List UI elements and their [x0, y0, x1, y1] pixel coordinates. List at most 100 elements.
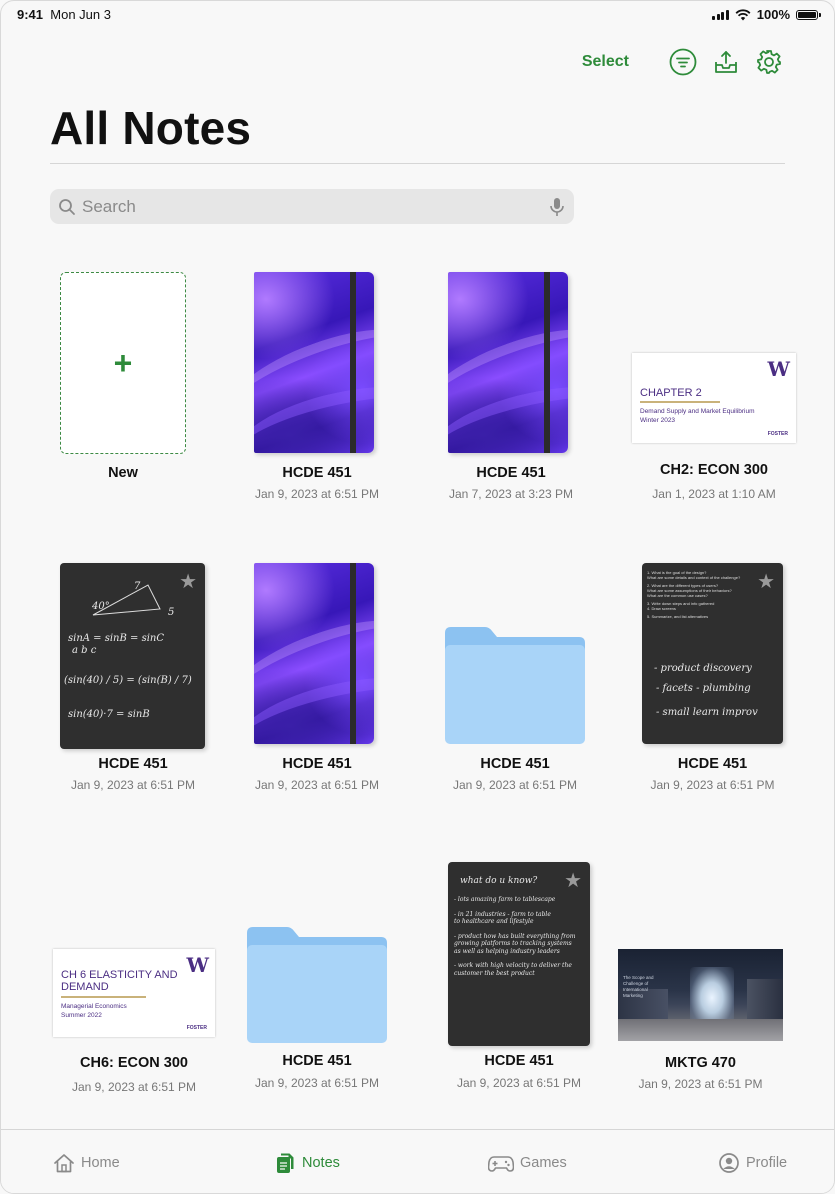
- note-title: HCDE 451: [282, 756, 352, 772]
- folder-item[interactable]: HCDE 451 Jan 9, 2023 at 6:51 PM: [247, 927, 387, 1093]
- question-line: What are some details and context of the…: [647, 575, 741, 580]
- note-date: Jan 9, 2023 at 6:51 PM: [254, 487, 380, 501]
- folder-item[interactable]: HCDE 451 Jan 9, 2023 at 6:51 PM: [445, 627, 585, 793]
- notebook-cover: [254, 272, 374, 453]
- tab-games[interactable]: Games: [488, 1152, 567, 1174]
- caption-line: The Scope and: [623, 975, 654, 980]
- new-note-item[interactable]: + New: [60, 272, 186, 487]
- question-line: 5. Summarize, and list alternatives: [647, 614, 709, 619]
- note-title: HCDE 451: [677, 756, 748, 772]
- battery-icon: [796, 9, 821, 20]
- select-button[interactable]: Select: [582, 53, 629, 71]
- slide-subtitle: Demand Supply and Market Equilibrium: [640, 408, 755, 415]
- notes-icon: [277, 1153, 294, 1173]
- photo-glow: [690, 967, 734, 1023]
- gear-icon[interactable]: [754, 47, 784, 77]
- handwriting-line: to healthcare and lifestyle: [454, 918, 534, 925]
- tab-label: Notes: [302, 1155, 340, 1171]
- handwriting-line: 7: [134, 581, 141, 592]
- folder-date: Jan 9, 2023 at 6:51 PM: [452, 778, 578, 792]
- handwriting-line: - facets - plumbing: [656, 683, 751, 694]
- handwriting-line: a b c: [72, 645, 97, 656]
- search-bar[interactable]: [50, 189, 574, 224]
- slide-photo-thumbnail: The Scope and Challenge of International…: [618, 949, 783, 1041]
- title-divider: [50, 163, 785, 164]
- signal-icon: [712, 9, 729, 20]
- handwriting-line: - product how has built everything from: [454, 932, 576, 940]
- slide-subtitle: Summer 2022: [61, 1012, 102, 1019]
- top-toolbar: Select: [582, 47, 784, 77]
- gamepad-icon: [488, 1156, 514, 1172]
- folder-title: HCDE 451: [480, 756, 550, 772]
- status-right: 100%: [712, 7, 821, 22]
- folder-date: Jan 9, 2023 at 6:51 PM: [254, 1076, 380, 1090]
- note-item[interactable]: W CH 6 ELASTICITY AND DEMAND Managerial …: [53, 949, 215, 1097]
- tab-home[interactable]: Home: [53, 1152, 120, 1174]
- handwriting-line: 5: [168, 607, 175, 618]
- note-date: Jan 9, 2023 at 6:51 PM: [638, 1077, 763, 1091]
- share-icon[interactable]: [711, 47, 741, 77]
- slide-thumbnail: W CH 6 ELASTICITY AND DEMAND Managerial …: [53, 949, 215, 1037]
- note-item[interactable]: ★ 1. What is the goal of the design? Wha…: [642, 563, 783, 793]
- tab-label: Profile: [746, 1155, 788, 1171]
- notebook-cover: [448, 272, 568, 453]
- handwriting-line: customer the best product: [454, 969, 535, 977]
- handwriting-line: - in 21 industries - farm to table: [454, 910, 551, 918]
- slide-title: CHAPTER 2: [640, 387, 702, 399]
- tab-notes[interactable]: Notes: [274, 1152, 340, 1174]
- battery-percent: 100%: [756, 7, 790, 22]
- microphone-icon[interactable]: [548, 197, 566, 217]
- star-icon[interactable]: ★: [564, 868, 582, 893]
- folder-icon: [445, 627, 585, 744]
- handwriting-line: - work with high velocity to deliver the: [454, 962, 572, 969]
- note-item[interactable]: W CHAPTER 2 Demand Supply and Market Equ…: [632, 353, 796, 503]
- handwriting-line: as well as helping industry leaders: [454, 947, 560, 955]
- note-item[interactable]: ★ what do u know? - lots amazing farm to…: [448, 862, 590, 1092]
- tab-label: Home: [81, 1155, 120, 1171]
- page-title: All Notes: [50, 102, 252, 154]
- caption-line: Marketing: [623, 992, 643, 998]
- note-item[interactable]: The Scope and Challenge of International…: [618, 949, 783, 1097]
- new-note-button[interactable]: +: [60, 272, 186, 454]
- slide-footer: FOSTER: [767, 431, 788, 437]
- tab-profile[interactable]: Profile: [718, 1152, 787, 1174]
- slide-thumbnail: W CHAPTER 2 Demand Supply and Market Equ…: [632, 353, 796, 443]
- star-icon[interactable]: ★: [179, 569, 197, 594]
- handwritten-note-thumbnail: ★ 1. What is the goal of the design? Wha…: [642, 563, 783, 744]
- status-time: 9:41 Mon Jun 3: [17, 7, 111, 22]
- handwriting-line: - lots amazing farm to tablescape: [454, 896, 556, 903]
- tab-bar: Home Notes Games Profile: [1, 1129, 834, 1193]
- note-item[interactable]: HCDE 451 Jan 9, 2023 at 6:51 PM: [254, 272, 380, 502]
- note-date: Jan 9, 2023 at 6:51 PM: [254, 778, 380, 792]
- handwriting-line: growing platforms to tracking systems: [454, 940, 572, 947]
- star-icon[interactable]: ★: [757, 569, 775, 594]
- note-date: Jan 9, 2023 at 6:51 PM: [70, 778, 196, 792]
- handwriting-line: - product discovery: [654, 663, 752, 674]
- note-title: CH2: ECON 300: [660, 462, 768, 478]
- filter-icon[interactable]: [668, 47, 698, 77]
- note-item[interactable]: ★ 40° 7 5 sinA = sinB = sinC a b c (sin(…: [60, 563, 206, 793]
- note-item[interactable]: HCDE 451 Jan 7, 2023 at 3:23 PM: [448, 272, 574, 502]
- search-icon: [58, 198, 76, 216]
- triangle-sketch: [92, 584, 161, 616]
- note-item[interactable]: HCDE 451 Jan 9, 2023 at 6:51 PM: [254, 563, 380, 793]
- typed-questions: 1. What is the goal of the design? What …: [647, 570, 747, 619]
- handwriting-line: what do u know?: [460, 876, 538, 886]
- handwritten-note-thumbnail: ★ what do u know? - lots amazing farm to…: [448, 862, 590, 1046]
- note-date: Jan 9, 2023 at 6:51 PM: [650, 778, 775, 792]
- slide-rule: [640, 401, 720, 403]
- slide-title: DEMAND: [61, 981, 109, 993]
- photo-caption: The Scope and Challenge of International…: [623, 975, 654, 998]
- photo-buildings: [747, 979, 783, 1019]
- ipad-screen: 9:41 Mon Jun 3 100% Select All Notes Sea…: [0, 0, 835, 1194]
- handwriting-block: - lots amazing farm to tablescape - in 2…: [454, 896, 586, 977]
- status-bar: 9:41 Mon Jun 3 100%: [1, 7, 834, 25]
- search-input[interactable]: [80, 195, 548, 218]
- handwriting-line: (sin(40) / 5) = (sin(B) / 7): [64, 675, 192, 686]
- slide-title: CH 6 ELASTICITY AND: [61, 969, 178, 981]
- slide-subtitle: Managerial Economics: [61, 1003, 127, 1010]
- home-icon: [54, 1154, 74, 1173]
- tab-label: Games: [520, 1155, 567, 1171]
- handwritten-note-thumbnail: ★ 40° 7 5 sinA = sinB = sinC a b c (sin(…: [60, 563, 205, 749]
- handwriting-line: sinA = sinB = sinC: [68, 633, 165, 644]
